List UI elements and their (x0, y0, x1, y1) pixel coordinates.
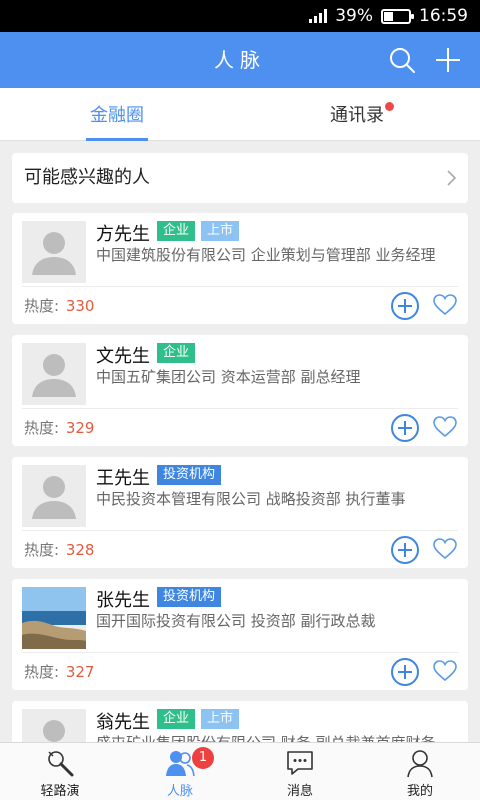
heat-value: 329 (65, 419, 95, 437)
avatar (22, 343, 86, 405)
nav-connections-label: 人脉 (166, 784, 193, 799)
coastline-photo (22, 587, 86, 649)
bottom-nav: 轻路演 1 人脉 消息 我的 (0, 742, 480, 800)
person-name: 张先生 (96, 590, 150, 611)
flashlight-icon (48, 751, 74, 777)
nav-connections[interactable]: 1 人脉 (120, 743, 240, 800)
nav-messages-label: 消息 (286, 784, 313, 799)
heat: 热度: 327 (24, 661, 94, 682)
nav-messages[interactable]: 消息 (240, 743, 360, 800)
tag-company: 企业 (157, 343, 196, 363)
person-description: 中国建筑股份有限公司 企业策划与管理部 业务经理 (96, 246, 436, 264)
person-description: 中国五矿集团公司 资本运营部 副总经理 (96, 368, 361, 386)
people-you-may-know-label: 可能感兴趣的人 (24, 167, 150, 188)
tag-investment-institution: 投资机构 (157, 587, 222, 607)
tab-finance-circle[interactable]: 金融圈 (86, 88, 148, 141)
heart-icon[interactable] (432, 537, 458, 561)
person-card[interactable]: 文先生 企业 中国五矿集团公司 资本运营部 副总经理 热度: 329 (12, 335, 468, 446)
heart-icon[interactable] (432, 659, 458, 683)
notification-dot (385, 102, 394, 111)
tag-investment-institution: 投资机构 (157, 465, 222, 485)
heat: 热度: 330 (24, 295, 94, 316)
chat-icon (287, 751, 313, 775)
default-avatar-icon (32, 354, 76, 397)
default-avatar-icon (32, 232, 76, 275)
avatar-photo (22, 587, 86, 649)
battery-icon (381, 8, 414, 24)
heat-label: 热度: (24, 663, 60, 681)
person-card[interactable]: 方先生 企业 上市 中国建筑股份有限公司 企业策划与管理部 业务经理 热度: 3… (12, 213, 468, 324)
heat-label: 热度: (24, 419, 60, 437)
tag-list: 企业 (157, 343, 196, 363)
avatar (22, 465, 86, 527)
divider (22, 408, 458, 409)
person-name: 文先生 (96, 346, 150, 367)
default-avatar-icon (32, 476, 76, 519)
nav-roadshow[interactable]: 轻路演 (0, 743, 120, 800)
people-icon (166, 751, 195, 777)
tab-contacts[interactable]: 通讯录 (330, 88, 394, 141)
tag-company: 企业 (157, 221, 196, 241)
heat-value: 327 (65, 663, 95, 681)
heat-label: 热度: (24, 541, 60, 559)
clock: 16:59 (419, 6, 468, 26)
divider (22, 652, 458, 653)
tab-contacts-label: 通讯录 (330, 105, 384, 126)
person-name: 翁先生 (96, 712, 150, 733)
person-name: 王先生 (96, 468, 150, 489)
avatar (22, 221, 86, 283)
status-bar: 39% 16:59 (0, 0, 480, 32)
person-card[interactable]: 王先生 投资机构 中民投资本管理有限公司 战略投资部 执行董事 热度: 328 (12, 457, 468, 568)
heat: 热度: 329 (24, 417, 94, 438)
battery-fill (384, 11, 393, 21)
heat-value: 328 (65, 541, 95, 559)
notification-badge: 1 (192, 747, 214, 769)
person-name: 方先生 (96, 224, 150, 245)
tag-list: 投资机构 (157, 587, 222, 607)
add-contact-button[interactable] (390, 535, 420, 565)
heat: 热度: 328 (24, 539, 94, 560)
chevron-right-icon (447, 170, 456, 186)
tag-list: 投资机构 (157, 465, 222, 485)
search-icon[interactable] (388, 46, 416, 74)
divider (22, 286, 458, 287)
people-you-may-know-row[interactable]: 可能感兴趣的人 (12, 153, 468, 203)
app-bar: 人脉 (0, 32, 480, 88)
add-contact-button[interactable] (390, 657, 420, 687)
divider (22, 530, 458, 531)
tag-list: 企业 上市 (157, 221, 240, 241)
heart-icon[interactable] (432, 293, 458, 317)
signal-icon (309, 9, 328, 23)
heart-icon[interactable] (432, 415, 458, 439)
tag-listed: 上市 (201, 709, 240, 729)
tag-list: 企业 上市 (157, 709, 240, 729)
battery-percent: 39% (335, 6, 373, 26)
nav-me[interactable]: 我的 (360, 743, 480, 800)
tag-listed: 上市 (201, 221, 240, 241)
person-card[interactable]: 张先生 投资机构 国开国际投资有限公司 投资部 副行政总裁 热度: 327 (12, 579, 468, 690)
add-contact-button[interactable] (390, 413, 420, 443)
add-icon[interactable] (434, 46, 462, 74)
heat-label: 热度: (24, 297, 60, 315)
tab-bar: 金融圈 通讯录 (0, 88, 480, 141)
nav-me-label: 我的 (406, 784, 433, 799)
person-icon (407, 750, 433, 778)
person-description: 国开国际投资有限公司 投资部 副行政总裁 (96, 612, 376, 630)
heat-value: 330 (65, 297, 95, 315)
tag-company: 企业 (157, 709, 196, 729)
add-contact-button[interactable] (390, 291, 420, 321)
person-description: 中民投资本管理有限公司 战略投资部 执行董事 (96, 490, 406, 508)
nav-roadshow-label: 轻路演 (40, 784, 80, 799)
